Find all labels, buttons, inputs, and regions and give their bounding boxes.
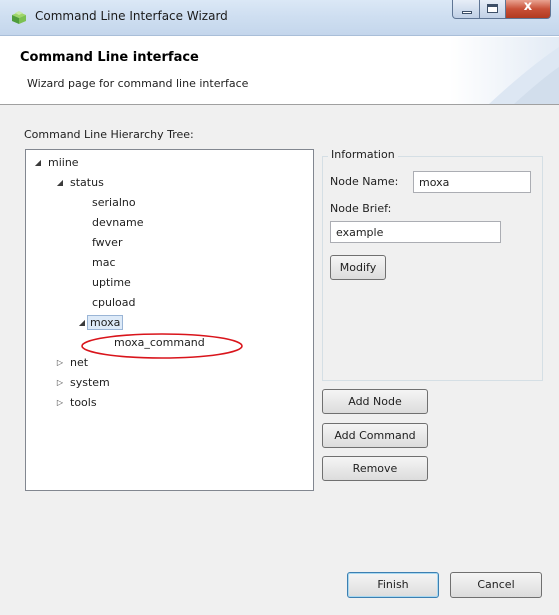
triangle-expanded-icon[interactable]: ◢	[55, 174, 65, 192]
tree-node-status[interactable]: ◢ status	[57, 174, 104, 192]
minimize-button[interactable]	[452, 0, 480, 19]
cancel-button[interactable]: Cancel	[450, 572, 542, 598]
red-highlight-ellipse	[81, 333, 243, 359]
close-icon: x	[523, 0, 533, 14]
close-button[interactable]: x	[506, 0, 551, 19]
maximize-button[interactable]	[480, 0, 506, 19]
tree-node-devname[interactable]: devname	[92, 214, 143, 232]
wizard-cube-icon	[12, 11, 26, 24]
add-command-button[interactable]: Add Command	[322, 423, 428, 448]
remove-button[interactable]: Remove	[322, 456, 428, 481]
page-description: Wizard page for command line interface	[27, 77, 249, 90]
tree-node-uptime[interactable]: uptime	[92, 274, 131, 292]
information-legend: Information	[328, 148, 398, 161]
triangle-collapsed-icon[interactable]: ▷	[55, 354, 65, 372]
page-title: Command Line interface	[20, 50, 199, 65]
hierarchy-tree[interactable]: ◢ miine ◢ status serialno devname fwver …	[25, 149, 314, 491]
tree-node-tools[interactable]: ▷ tools	[57, 394, 97, 412]
triangle-expanded-icon[interactable]: ◢	[77, 314, 87, 332]
tree-node-mac[interactable]: mac	[92, 254, 116, 272]
window-controls: x	[452, 0, 551, 20]
tree-node-miine[interactable]: ◢ miine	[35, 154, 79, 172]
finish-button[interactable]: Finish	[347, 572, 439, 598]
wizard-header: Command Line interface Wizard page for c…	[0, 37, 559, 105]
header-decoration-graphic	[449, 37, 559, 104]
tree-label: Command Line Hierarchy Tree:	[24, 128, 194, 141]
title-bar[interactable]: Command Line Interface Wizard x	[0, 0, 559, 36]
node-brief-field[interactable]	[330, 221, 501, 243]
tree-node-system[interactable]: ▷ system	[57, 374, 110, 392]
window-title: Command Line Interface Wizard	[35, 9, 228, 23]
triangle-expanded-icon[interactable]: ◢	[33, 154, 43, 172]
triangle-collapsed-icon[interactable]: ▷	[55, 374, 65, 392]
node-name-label: Node Name:	[330, 175, 399, 188]
tree-node-cpuload[interactable]: cpuload	[92, 294, 136, 312]
node-brief-label: Node Brief:	[330, 202, 392, 215]
modify-button[interactable]: Modify	[330, 255, 386, 280]
wizard-body: Command Line Hierarchy Tree: ◢ miine ◢ s…	[0, 105, 559, 615]
add-node-button[interactable]: Add Node	[322, 389, 428, 414]
triangle-collapsed-icon[interactable]: ▷	[55, 394, 65, 412]
tree-node-moxa[interactable]: ◢ moxa	[79, 314, 124, 332]
node-name-field[interactable]	[413, 171, 531, 193]
tree-node-serialno[interactable]: serialno	[92, 194, 136, 212]
tree-node-fwver[interactable]: fwver	[92, 234, 122, 252]
